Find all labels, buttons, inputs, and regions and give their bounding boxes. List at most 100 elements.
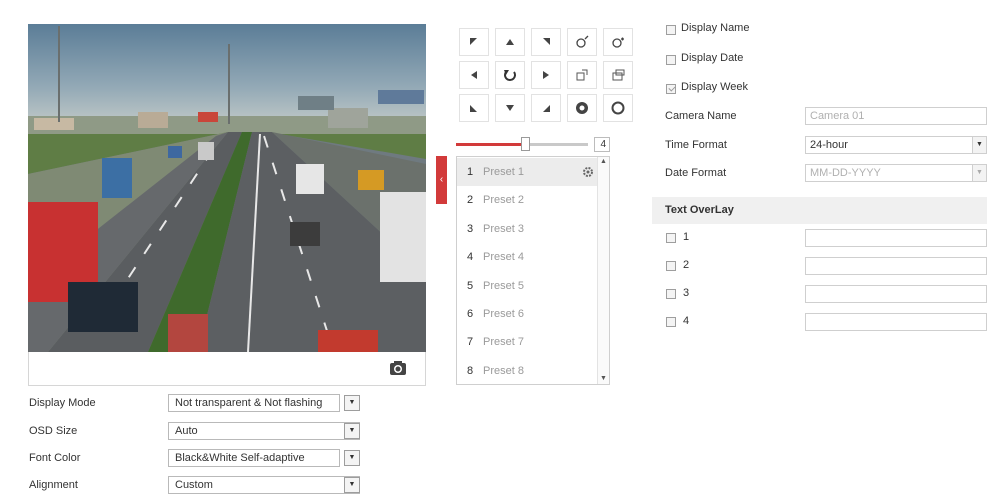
preset-name: Preset 4 [483,251,524,264]
time-format-select[interactable]: 24-hour ▼ [805,136,987,154]
preset-number: 2 [467,194,474,207]
display-date-checkbox[interactable] [666,55,676,68]
arrow-down-right-button[interactable] [531,94,561,122]
focus-far-button[interactable] [603,61,633,89]
preset-number: 7 [467,336,474,349]
arrow-right-icon [543,71,549,79]
display-mode-select[interactable]: Not transparent & Not flashing [168,394,340,412]
preset-row[interactable]: 7 Preset 7 [457,328,598,356]
overlay-text-input[interactable] [805,257,987,275]
arrow-down-icon [506,105,514,111]
display-week-label: Display Week [681,81,749,93]
focus-near-icon [575,68,589,82]
overlay-label: 1 [683,231,690,243]
text-overlay-header: Text OverLay [652,197,987,224]
arrow-left-button[interactable] [459,61,489,89]
auto-pan-button[interactable] [495,61,525,89]
ptz-speed-value: 4 [594,137,610,152]
arrow-up-button[interactable] [495,28,525,56]
live-video-preview[interactable] [28,24,426,352]
osd-size-select[interactable]: Auto [168,422,360,440]
overlay-label: 4 [683,315,690,327]
zoom-in-button[interactable] [567,28,597,56]
zoom-out-button[interactable] [603,28,633,56]
camera-name-input[interactable]: Camera 01 [805,107,987,125]
arrow-up-right-button[interactable] [531,28,561,56]
focus-far-icon [611,68,625,82]
preset-row[interactable]: 2 Preset 2 [457,186,598,214]
preset-scrollbar[interactable]: ▲ ▼ [597,157,609,384]
arrow-up-right-icon [542,38,550,46]
overlay-checkbox[interactable] [666,233,676,243]
chevron-down-icon[interactable]: ▼ [344,395,360,411]
camera-snapshot-icon[interactable] [389,360,407,376]
chevron-down-icon[interactable]: ▼ [344,477,360,493]
date-format-select[interactable]: MM-DD-YYYY ▼ [805,164,987,182]
iris-open-icon [575,101,589,115]
time-format-value: 24-hour [810,139,848,151]
camera-name-label: Camera Name [665,110,737,122]
arrow-down-button[interactable] [495,94,525,122]
iris-close-icon [611,101,625,115]
arrow-right-button[interactable] [531,61,561,89]
zoom-out-icon [611,35,625,49]
scroll-down-icon[interactable]: ▼ [598,374,609,384]
alignment-label: Alignment [29,479,78,491]
scroll-up-icon[interactable]: ▲ [598,157,609,167]
arrow-down-left-button[interactable] [459,94,489,122]
preset-row[interactable]: 4 Preset 4 [457,243,598,271]
arrow-left-icon [471,71,477,79]
iris-open-button[interactable] [567,94,597,122]
preset-list: 1 Preset 1 2 Preset 2 3 Preset 3 4 Preset 4 5 Pre… [456,156,610,385]
display-mode-label: Display Mode [29,397,96,409]
date-format-label: Date Format [665,167,727,179]
chevron-down-icon[interactable]: ▼ [344,450,360,466]
preset-row[interactable]: 8 Preset 8 [457,357,598,384]
chevron-down-icon[interactable]: ▼ [972,165,986,181]
display-name-checkbox[interactable] [666,25,676,38]
preset-number: 5 [467,279,474,292]
preset-number: 8 [467,364,474,377]
time-format-label: Time Format [665,139,727,151]
chevron-down-icon[interactable]: ▼ [972,137,986,153]
preset-row[interactable]: 6 Preset 6 [457,300,598,328]
overlay-text-input[interactable] [805,285,987,303]
display-week-checkbox[interactable] [666,84,676,97]
display-date-check[interactable] [666,55,676,65]
arrow-up-left-button[interactable] [459,28,489,56]
arrow-down-left-icon [470,104,478,112]
display-name-check[interactable] [666,25,676,35]
focus-near-button[interactable] [567,61,597,89]
preset-row[interactable]: 3 Preset 3 [457,215,598,243]
ptz-speed-handle[interactable] [521,137,530,151]
preset-number: 1 [467,166,474,178]
alignment-select[interactable]: Custom [168,476,360,494]
font-color-label: Font Color [29,452,81,464]
arrow-up-icon [506,39,514,45]
preset-row[interactable]: 5 Preset 5 [457,272,598,300]
font-color-select[interactable]: Black&White Self-adaptive [168,449,340,467]
overlay-checkbox[interactable] [666,261,676,271]
overlay-label: 2 [683,259,690,271]
overlay-checkbox[interactable] [666,317,676,327]
preset-number: 6 [467,308,474,320]
preset-number: 4 [467,251,474,264]
overlay-text-input[interactable] [805,313,987,331]
arrow-down-right-icon [542,104,550,112]
preset-name: Preset 8 [483,364,524,377]
alignment-value: Custom [175,479,213,491]
preset-name: Preset 1 [483,166,524,178]
auto-pan-icon [503,68,517,82]
overlay-checkbox[interactable] [666,289,676,299]
display-week-check[interactable] [666,84,676,94]
display-name-label: Display Name [681,22,750,34]
display-date-label: Display Date [681,52,744,64]
preset-name: Preset 7 [483,336,524,349]
collapse-panel-tab[interactable]: ‹ [436,156,447,204]
overlay-text-input[interactable] [805,229,987,247]
preset-number: 3 [467,222,474,235]
gear-icon[interactable] [582,166,594,181]
chevron-down-icon[interactable]: ▼ [344,423,360,439]
iris-close-button[interactable] [603,94,633,122]
preset-row[interactable]: 1 Preset 1 [457,158,598,186]
